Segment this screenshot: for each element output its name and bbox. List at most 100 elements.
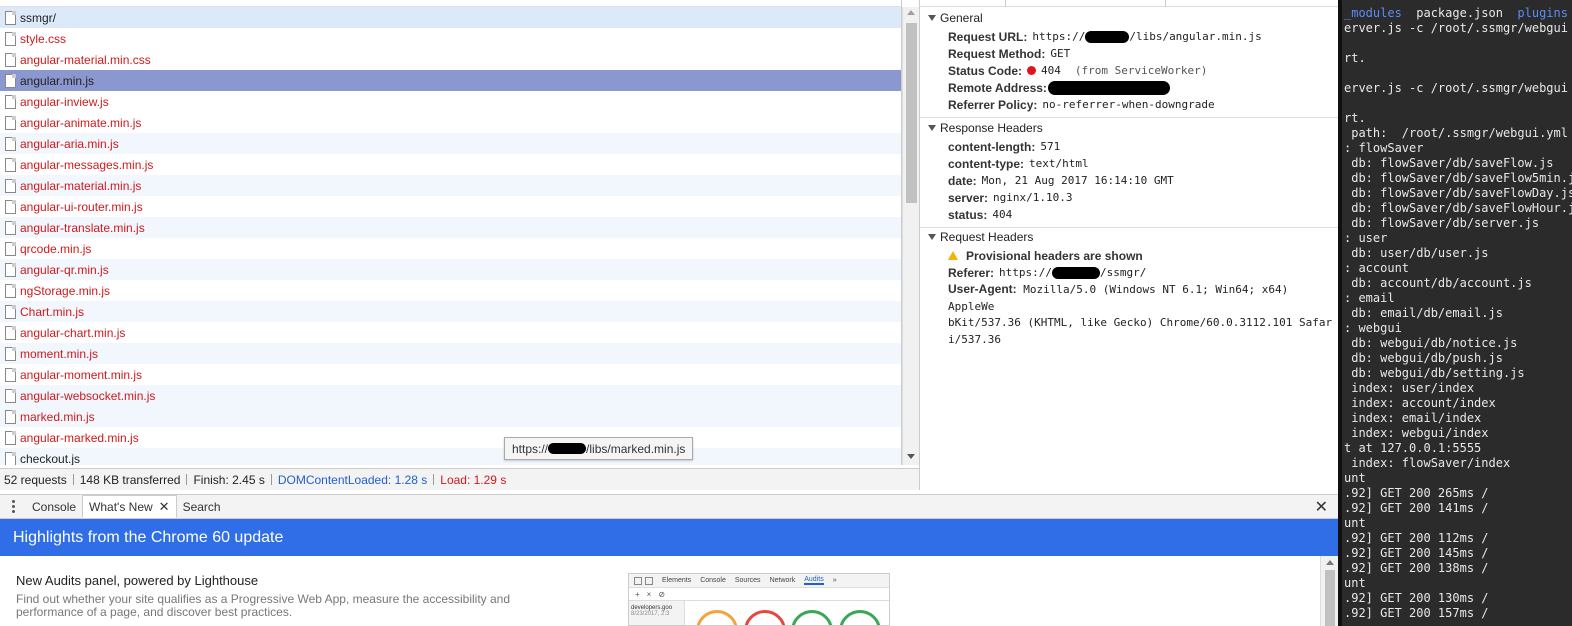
request-count: 52 requests <box>4 472 67 487</box>
request-list-scrollbar[interactable] <box>902 7 919 465</box>
request-name: ngStorage.min.js <box>20 283 111 298</box>
request-headers-toggle[interactable]: Request Headers <box>928 229 1033 245</box>
drawer-menu-icon[interactable] <box>0 500 26 513</box>
tab-search-label: Search <box>182 499 221 514</box>
request-row[interactable]: angular-translate.min.js <box>0 217 901 238</box>
close-drawer-icon[interactable]: ✕ <box>1315 497 1328 517</box>
divider <box>920 227 1338 228</box>
request-row[interactable]: angular-qr.min.js <box>0 259 901 280</box>
file-icon <box>5 52 16 67</box>
terminal-line: path: /root/.ssmgr/webgui.yml <box>1344 126 1568 140</box>
terminal-line: rt. <box>1344 111 1366 125</box>
request-row[interactable]: angular-chart.min.js <box>0 322 901 343</box>
request-row[interactable]: ngStorage.min.js <box>0 280 901 301</box>
whats-new-banner: Highlights from the Chrome 60 update <box>0 519 1338 556</box>
file-package-json: package.json <box>1416 6 1503 20</box>
request-row[interactable]: angular-material.min.css <box>0 49 901 70</box>
drawer-scrollbar[interactable] <box>1320 556 1338 626</box>
request-name: angular-material.min.css <box>20 52 151 67</box>
request-row[interactable]: angular-animate.min.js <box>0 112 901 133</box>
request-row[interactable]: angular-marked.min.js <box>0 427 901 448</box>
terminal-line: db: webgui/db/push.js <box>1344 351 1503 365</box>
feature-title[interactable]: New Audits panel, powered by Lighthouse <box>16 573 258 588</box>
request-row[interactable]: angular.min.js <box>0 70 901 91</box>
request-row[interactable]: angular-aria.min.js <box>0 133 901 154</box>
preview-tab: Console <box>700 577 726 584</box>
terminal-line: index: webgui/index <box>1344 426 1489 440</box>
request-row[interactable]: marked.min.js <box>0 406 901 427</box>
scroll-up-arrow-icon[interactable] <box>907 10 915 15</box>
request-name: ssmgr/ <box>20 10 56 25</box>
terminal-line: db: flowSaver/db/server.js <box>1344 216 1540 230</box>
file-icon <box>5 409 16 424</box>
finish-time: Finish: 2.45 s <box>193 472 265 487</box>
close-icon[interactable]: ✕ <box>159 499 170 515</box>
request-name: angular.min.js <box>20 73 95 88</box>
terminal-window: _modules package.json plugins erver.js -… <box>1338 0 1572 626</box>
scrollbar-thumb[interactable] <box>1325 570 1335 626</box>
referer-row: Referer: https:// /ssmgr/ <box>948 264 1146 281</box>
request-row[interactable]: qrcode.min.js <box>0 238 901 259</box>
request-row[interactable]: checkout.js <box>0 448 901 465</box>
score-gauge <box>791 610 833 625</box>
headers-pane: General Request URL: https:// /libs/angu… <box>919 0 1338 490</box>
request-method-row: Request Method: GET <box>948 45 1070 62</box>
request-row[interactable]: angular-ui-router.min.js <box>0 196 901 217</box>
scroll-down-arrow-icon[interactable] <box>907 454 915 459</box>
response-header-row: server: nginx/1.10.3 <box>948 189 1073 206</box>
request-name: angular-aria.min.js <box>20 136 119 151</box>
tab-console[interactable]: Console <box>26 495 82 518</box>
warning-text: Provisional headers are shown <box>966 248 1143 263</box>
response-headers-toggle[interactable]: Response Headers <box>928 120 1043 136</box>
triangle-down-icon <box>928 234 936 240</box>
transferred-size: 148 KB transferred <box>79 472 181 487</box>
network-summary-bar: 52 requests 148 KB transferred Finish: 2… <box>0 468 919 490</box>
load-time: Load: 1.29 s <box>440 472 507 487</box>
terminal-line: index: email/index <box>1344 411 1482 425</box>
request-row[interactable]: style.css <box>0 28 901 49</box>
request-name: angular-qr.min.js <box>20 262 109 277</box>
file-icon <box>5 10 16 25</box>
terminal-line: unt <box>1344 576 1366 590</box>
scrollbar-thumb[interactable] <box>906 23 917 203</box>
request-row[interactable]: angular-moment.min.js <box>0 364 901 385</box>
warning-icon <box>948 251 958 260</box>
scroll-up-arrow-icon[interactable] <box>1326 560 1334 565</box>
file-icon <box>5 31 16 46</box>
tab-whats-new[interactable]: What's New ✕ <box>82 495 177 518</box>
terminal-line: .92] GET 200 130ms / <box>1344 591 1489 605</box>
terminal-line: : account <box>1344 261 1410 275</box>
file-icon <box>5 94 16 109</box>
header-key: User-Agent: <box>948 282 1017 296</box>
header-key: server: <box>948 190 989 205</box>
request-name: marked.min.js <box>20 409 95 424</box>
triangle-down-icon <box>928 15 936 21</box>
tab-search[interactable]: Search <box>177 495 227 518</box>
terminal-line: .92] GET 200 112ms / <box>1344 531 1489 545</box>
request-name: style.css <box>20 31 67 46</box>
preview-tab: Network <box>769 577 796 584</box>
request-row[interactable]: angular-messages.min.js <box>0 154 901 175</box>
terminal-line: .92] GET 200 157ms / <box>1344 606 1489 620</box>
response-header-row: content-length: 571 <box>948 138 1060 155</box>
file-icon <box>5 283 16 298</box>
request-row[interactable]: angular-material.min.js <box>0 175 901 196</box>
request-name: angular-animate.min.js <box>20 115 142 130</box>
file-icon <box>5 220 16 235</box>
header-key: content-type: <box>948 156 1024 171</box>
request-row[interactable]: ssmgr/ <box>0 7 901 28</box>
header-value: nginx/1.10.3 <box>993 191 1073 204</box>
request-row[interactable]: angular-inview.js <box>0 91 901 112</box>
request-row[interactable]: moment.min.js <box>0 343 901 364</box>
request-row[interactable]: Chart.min.js <box>0 301 901 322</box>
request-row[interactable]: angular-websocket.min.js <box>0 385 901 406</box>
headers-tab-strip <box>920 0 1338 7</box>
header-value: 571 <box>1040 140 1061 153</box>
file-icon <box>5 73 16 88</box>
terminal-line: : flowSaver <box>1344 141 1424 155</box>
request-name: moment.min.js <box>20 346 99 361</box>
file-icon <box>5 115 16 130</box>
request-name: angular-material.min.js <box>20 178 142 193</box>
status-code-row: Status Code: 404 (from ServiceWorker) <box>948 62 1207 79</box>
general-section-toggle[interactable]: General <box>928 10 983 26</box>
